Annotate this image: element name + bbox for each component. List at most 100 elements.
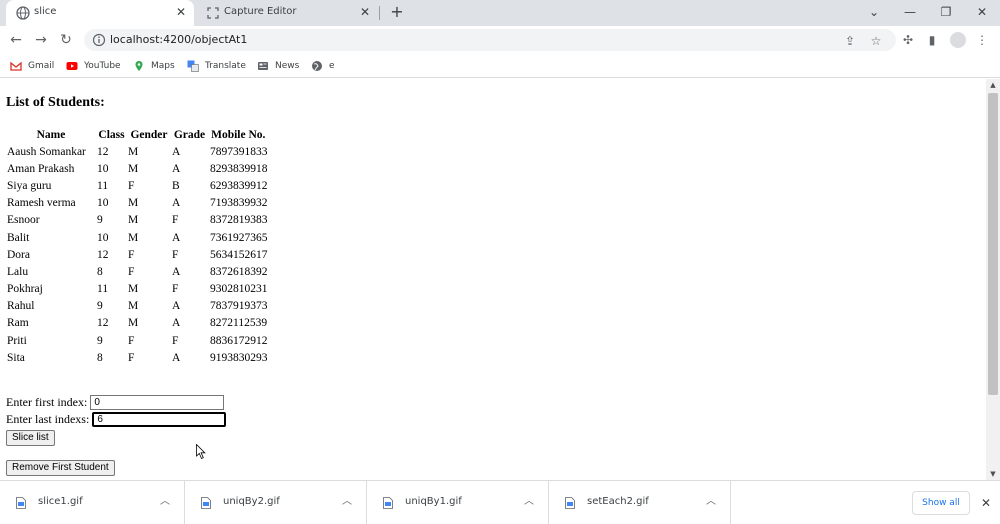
- cell-mobile: 9193830293: [210, 351, 268, 364]
- remove-first-student-button[interactable]: Remove First Student: [6, 460, 115, 476]
- bookmark-maps[interactable]: Maps: [133, 58, 175, 74]
- cell-gender: M: [128, 283, 139, 296]
- maps-icon: [135, 61, 143, 71]
- bookmark-translate[interactable]: Translate: [187, 58, 246, 74]
- first-index-label: Enter first index:: [6, 395, 88, 409]
- close-download-shelf-icon[interactable]: ✕: [978, 495, 994, 511]
- cell-gender: M: [128, 231, 139, 244]
- scroll-down-arrow-icon[interactable]: ▼: [986, 468, 1000, 480]
- download-item[interactable]: slice1.gif ︿: [0, 481, 185, 524]
- cell-gender: F: [128, 248, 135, 261]
- cell-grade: A: [172, 231, 181, 244]
- cell-class: 10: [97, 231, 109, 244]
- cell-mobile: 8372819383: [210, 214, 268, 227]
- cell-class: 8: [97, 351, 103, 364]
- bookmark-news[interactable]: News: [257, 58, 299, 74]
- cell-mobile: 7837919373: [210, 300, 268, 313]
- cell-grade: F: [172, 283, 179, 296]
- chevron-up-icon[interactable]: ︿: [158, 495, 172, 509]
- show-all-downloads-button[interactable]: Show all: [912, 491, 970, 515]
- side-panel-icon[interactable]: ▮: [924, 32, 940, 48]
- close-tab-icon[interactable]: ✕: [358, 5, 372, 19]
- cell-grade: A: [172, 300, 181, 313]
- cell-mobile: 8293839918: [210, 162, 268, 175]
- address-bar[interactable]: localhost:4200/objectAt1 ⇪ ☆: [84, 29, 896, 51]
- news-icon: [258, 62, 268, 70]
- cell-grade: A: [172, 265, 181, 278]
- page-content: List of Students: Name Class Gender Grad…: [0, 79, 986, 479]
- cell-grade: A: [172, 162, 181, 175]
- tab-search-chevron-icon[interactable]: ⌄: [858, 2, 890, 22]
- gmail-icon: [10, 61, 22, 71]
- profile-avatar-icon[interactable]: [950, 32, 966, 48]
- cell-gender: M: [128, 300, 139, 313]
- restore-button[interactable]: ❐: [930, 2, 962, 22]
- cell-name: Ramesh verma: [7, 197, 76, 210]
- bookmark-e[interactable]: e: [311, 58, 335, 74]
- table-row: Aman Prakash 10 M A 8293839918: [6, 160, 269, 177]
- vertical-scrollbar[interactable]: ▲ ▼: [986, 79, 1000, 480]
- bookmarks-bar: Gmail YouTube Maps Translate News e: [0, 54, 1000, 78]
- translate-icon: [187, 60, 199, 72]
- file-icon: [383, 497, 393, 509]
- scrollbar-thumb[interactable]: [988, 93, 998, 395]
- bookmark-youtube[interactable]: YouTube: [66, 58, 121, 74]
- info-icon[interactable]: [92, 33, 106, 47]
- cell-class: 12: [97, 317, 109, 330]
- url-text: localhost:4200/objectAt1: [110, 33, 248, 46]
- cell-gender: F: [128, 265, 135, 278]
- page-title: List of Students:: [6, 95, 105, 110]
- last-index-row: Enter last indexs:: [6, 412, 227, 427]
- bookmark-gmail[interactable]: Gmail: [10, 58, 54, 74]
- menu-dots-icon[interactable]: ⋮: [974, 32, 990, 48]
- chevron-up-icon[interactable]: ︿: [704, 495, 718, 509]
- cell-name: Rahul: [7, 300, 35, 313]
- globe-icon: [16, 6, 30, 20]
- tab-title: Capture Editor: [224, 6, 297, 17]
- scroll-up-arrow-icon[interactable]: ▲: [986, 79, 1000, 91]
- table-header-row: Name Class Gender Grade Mobile No.: [6, 126, 269, 143]
- cell-grade: F: [172, 214, 179, 227]
- cell-name: Sita: [7, 351, 25, 364]
- last-index-label: Enter last indexs:: [6, 412, 90, 426]
- close-tab-icon[interactable]: ✕: [174, 5, 188, 19]
- reload-icon[interactable]: ↻: [56, 30, 76, 50]
- cell-grade: A: [172, 145, 181, 158]
- new-tab-button[interactable]: +: [388, 3, 406, 21]
- table-row: Lalu 8 F A 8372618392: [6, 263, 269, 280]
- download-filename: uniqBy1.gif: [405, 496, 462, 507]
- chevron-up-icon[interactable]: ︿: [340, 495, 354, 509]
- cell-name: Aman Prakash: [7, 162, 75, 175]
- table-row: Sita 8 F A 9193830293: [6, 349, 269, 366]
- tab-separator: [379, 6, 380, 20]
- extensions-puzzle-icon[interactable]: ✣: [900, 32, 916, 48]
- share-icon[interactable]: ⇪: [842, 33, 858, 49]
- cell-name: Esnoor: [7, 214, 40, 227]
- table-row: Pokhraj 11 M F 9302810231: [6, 281, 269, 298]
- cell-gender: M: [128, 214, 139, 227]
- cell-grade: A: [172, 351, 181, 364]
- bookmark-star-icon[interactable]: ☆: [868, 33, 884, 49]
- download-item[interactable]: uniqBy2.gif ︿: [185, 481, 367, 524]
- first-index-input[interactable]: [90, 395, 225, 410]
- last-index-input[interactable]: [92, 412, 227, 427]
- cell-gender: M: [128, 145, 139, 158]
- first-index-row: Enter first index:: [6, 395, 225, 410]
- forward-arrow-icon[interactable]: →: [31, 30, 51, 50]
- slice-list-button[interactable]: Slice list: [6, 430, 55, 446]
- cell-class: 10: [97, 197, 109, 210]
- back-arrow-icon[interactable]: ←: [6, 30, 26, 50]
- cell-mobile: 8372618392: [210, 265, 268, 278]
- window-close-button[interactable]: ✕: [966, 2, 998, 22]
- tab-capture-editor[interactable]: Capture Editor ✕: [196, 0, 378, 26]
- download-item[interactable]: uniqBy1.gif ︿: [367, 481, 549, 524]
- file-icon: [565, 497, 575, 509]
- download-item[interactable]: setEach2.gif ︿: [549, 481, 731, 524]
- cell-name: Pokhraj: [7, 283, 43, 296]
- tab-slice[interactable]: slice ✕: [6, 0, 194, 26]
- chevron-up-icon[interactable]: ︿: [522, 495, 536, 509]
- column-header-class: Class: [98, 128, 125, 141]
- minimize-button[interactable]: —: [894, 2, 926, 22]
- browser-toolbar: ← → ↻ localhost:4200/objectAt1 ⇪ ☆ ✣ ▮ ⋮: [0, 26, 1000, 54]
- download-filename: slice1.gif: [38, 496, 83, 507]
